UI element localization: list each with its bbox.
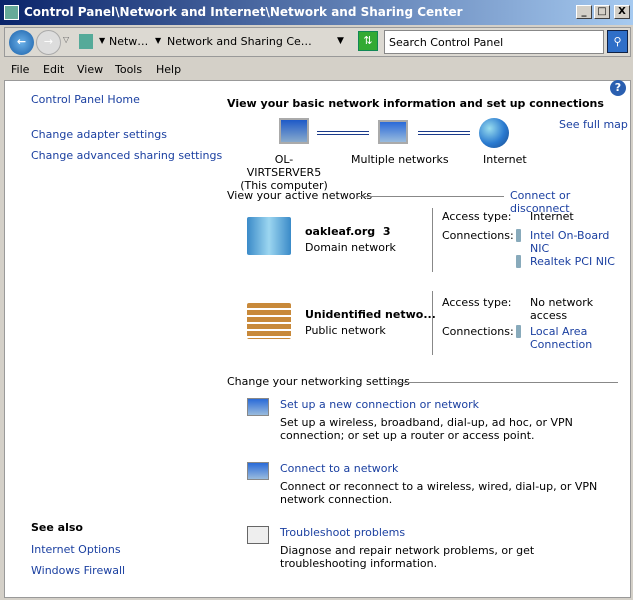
menu-file[interactable]: File [11, 63, 29, 76]
network-name: Unidentified netwo... [305, 308, 436, 321]
ethernet-icon [516, 255, 521, 268]
troubleshoot-link[interactable]: Troubleshoot problems [280, 526, 405, 539]
maximize-button[interactable]: □ [594, 5, 610, 19]
connections-label: Connections: [442, 229, 514, 242]
task-description: Connect or reconnect to a wireless, wire… [280, 480, 598, 506]
multiple-networks-label: Multiple networks [351, 153, 449, 166]
computer-name: OL-VIRTSERVER5 [246, 153, 322, 179]
title-bar: Control Panel\Network and Internet\Netwo… [0, 0, 633, 25]
change-advanced-sharing-link[interactable]: Change advanced sharing settings [31, 149, 222, 162]
internet-options-link[interactable]: Internet Options [31, 543, 121, 556]
windows-firewall-link[interactable]: Windows Firewall [31, 564, 125, 577]
address-dropdown[interactable]: ▼ [337, 36, 344, 46]
network-type[interactable]: Public network [305, 324, 386, 337]
menu-bar: File Edit View Tools Help [0, 60, 633, 80]
access-type-value: Internet [530, 210, 574, 223]
connections-label: Connections: [442, 325, 514, 338]
setup-connection-link[interactable]: Set up a new connection or network [280, 398, 479, 411]
task-description: Set up a wireless, broadband, dial-up, a… [280, 416, 573, 442]
connection-link[interactable]: Local Area Connection [530, 325, 600, 351]
active-networks-label: View your active networks [227, 189, 373, 202]
connection-link[interactable]: Realtek PCI NIC [530, 255, 615, 268]
access-type-value: No network access [530, 296, 594, 322]
control-panel-icon [79, 34, 93, 49]
page-heading: View your basic network information and … [227, 97, 604, 110]
network-center-icon [4, 5, 19, 20]
window-title: Control Panel\Network and Internet\Netwo… [24, 5, 463, 19]
control-panel-home-link[interactable]: Control Panel Home [31, 93, 140, 106]
public-network-bench-icon [247, 303, 291, 339]
task-description: Diagnose and repair network problems, or… [280, 544, 535, 570]
change-adapter-settings-link[interactable]: Change adapter settings [31, 128, 167, 141]
forward-button[interactable]: → [36, 30, 61, 55]
computer-icon [279, 118, 309, 144]
help-icon[interactable]: ? [610, 80, 626, 96]
menu-help[interactable]: Help [156, 63, 181, 76]
divider [432, 291, 433, 355]
ethernet-icon [516, 325, 521, 338]
divider [358, 196, 504, 197]
troubleshoot-icon [247, 526, 269, 544]
multiple-networks-icon [378, 120, 408, 144]
ethernet-icon [516, 229, 521, 242]
change-settings-label: Change your networking settings [227, 375, 410, 388]
close-button[interactable]: X [614, 5, 630, 19]
access-type-label: Access type: [442, 210, 512, 223]
divider [390, 382, 618, 383]
network-name: oakleaf.org 3 [305, 225, 391, 238]
minimize-button[interactable]: _ [576, 5, 592, 19]
globe-icon [479, 118, 509, 148]
connect-network-icon [247, 462, 269, 480]
access-type-label: Access type: [442, 296, 512, 309]
menu-view[interactable]: View [77, 63, 103, 76]
connection-link[interactable]: Intel On-Board NIC [530, 229, 610, 255]
breadcrumb-network[interactable]: Netw… [109, 35, 148, 48]
menu-tools[interactable]: Tools [115, 63, 142, 76]
domain-network-icon [247, 217, 291, 255]
this-computer-label: OL-VIRTSERVER5 (This computer) [238, 153, 330, 192]
address-bar[interactable]: ▼ Netw… ▼ Network and Sharing Ce… ▼ [75, 30, 355, 54]
search-icon[interactable]: ⚲ [607, 30, 628, 53]
navigation-bar: ← → ▽ ▼ Netw… ▼ Network and Sharing Ce… … [4, 27, 631, 57]
search-input[interactable]: Search Control Panel [384, 30, 604, 54]
internet-label: Internet [483, 153, 527, 166]
see-also-heading: See also [31, 521, 83, 534]
network-type[interactable]: Domain network [305, 241, 396, 254]
menu-edit[interactable]: Edit [43, 63, 64, 76]
see-full-map-link[interactable]: See full map [559, 118, 628, 131]
divider [432, 208, 433, 272]
connection-line [418, 131, 470, 135]
new-connection-icon [247, 398, 269, 416]
back-button[interactable]: ← [9, 30, 34, 55]
refresh-button[interactable]: ⇅ [358, 31, 378, 51]
breadcrumb-sharing-center[interactable]: Network and Sharing Ce… [167, 35, 312, 48]
connect-to-network-link[interactable]: Connect to a network [280, 462, 398, 475]
history-dropdown[interactable]: ▽ [63, 35, 69, 44]
connection-line [317, 131, 369, 135]
